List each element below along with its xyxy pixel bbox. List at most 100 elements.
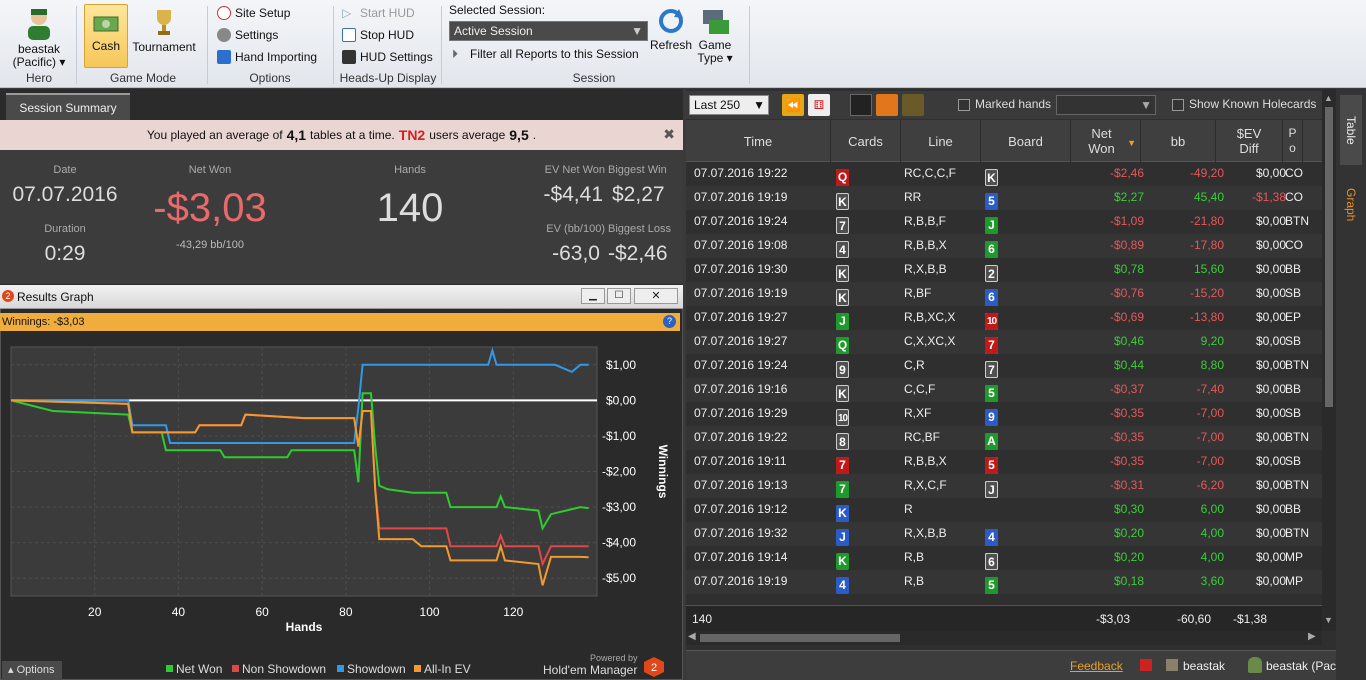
- settings-button[interactable]: Settings: [217, 28, 278, 42]
- scroll-down-icon[interactable]: ▼: [1324, 615, 1333, 625]
- cell-ev-diff: $0,00: [1255, 454, 1286, 468]
- chevron-down-icon: ▼: [753, 98, 765, 112]
- scroll-up-icon[interactable]: ▲: [1324, 93, 1333, 103]
- col-board[interactable]: Board: [981, 120, 1071, 162]
- game-type-button[interactable]: Game Type ▾: [694, 6, 736, 65]
- limit-select[interactable]: Last 250 ▼: [689, 95, 769, 115]
- cell-line: RC,C,C,F: [904, 166, 956, 180]
- chart-icon[interactable]: [876, 94, 898, 116]
- gear-icon: [217, 28, 231, 42]
- tournament-button[interactable]: Tournament: [130, 6, 198, 54]
- user-icon: [1166, 659, 1178, 671]
- tab-graph[interactable]: Graph: [1340, 170, 1362, 240]
- table-row[interactable]: 07.07.2016 19:19AKR,BF276-$0,76-15,20$0,…: [686, 282, 1336, 306]
- cards-card: K: [836, 289, 849, 306]
- table-row[interactable]: 07.07.2016 19:12KKR$0,306,00$0,00BB: [686, 498, 1336, 522]
- session-select[interactable]: Active Session ▼: [449, 21, 648, 41]
- marked-hands-checkbox[interactable]: [958, 99, 970, 111]
- col-cards[interactable]: Cards: [831, 120, 901, 162]
- cell-ev-diff: $0,00: [1255, 406, 1286, 420]
- svg-text:2: 2: [651, 662, 657, 674]
- close-icon[interactable]: ✖: [663, 126, 675, 143]
- tab-table[interactable]: Table: [1340, 95, 1362, 165]
- scroll-thumb[interactable]: [700, 634, 900, 642]
- marked-hands-select[interactable]: ▼: [1056, 95, 1156, 115]
- cash-button[interactable]: Cash: [84, 4, 128, 68]
- grid-icon[interactable]: [850, 94, 872, 116]
- summary-net-won: -$3,03: [153, 186, 267, 230]
- trophy-filter-icon[interactable]: [902, 94, 924, 116]
- help-icon[interactable]: ?: [663, 315, 676, 328]
- table-row[interactable]: 07.07.2016 19:08A4R,B,B,X82J56-$0,89-17,…: [686, 234, 1336, 258]
- cell-position: CO: [1285, 190, 1303, 204]
- scroll-right-icon[interactable]: ▶: [1308, 631, 1316, 642]
- col-line[interactable]: Line: [901, 120, 981, 162]
- cell-position: BTN: [1285, 526, 1309, 540]
- table-row[interactable]: 07.07.2016 19:16KKC,C,F4A105-$0,37-7,40$…: [686, 378, 1336, 402]
- options-group-label: Options: [249, 71, 291, 85]
- col-net-won[interactable]: Net Won ▼: [1071, 120, 1141, 162]
- col-position[interactable]: Po: [1283, 120, 1303, 162]
- start-hud-button[interactable]: ▷ Start HUD: [342, 6, 415, 20]
- hm2-badge-icon: 2: [644, 657, 664, 677]
- cards-card: K: [836, 505, 849, 522]
- cards-card: K: [836, 385, 849, 402]
- x-tick-label: 60: [255, 605, 269, 619]
- minimize-button[interactable]: ▁: [581, 288, 605, 304]
- table-row[interactable]: 07.07.2016 19:19AKRR4105105$2,2745,40-$1…: [686, 186, 1336, 210]
- table-row[interactable]: 07.07.2016 19:11A7R,B,B,X105645-$0,35-7,…: [686, 450, 1336, 474]
- rewind-icon[interactable]: ⏪: [782, 94, 804, 116]
- cell-bb: -21,80: [1189, 214, 1224, 228]
- hero-button[interactable]: beastak (Pacific) ▾: [8, 6, 70, 69]
- refresh-button[interactable]: Refresh: [650, 6, 692, 52]
- show-holecards-checkbox[interactable]: [1172, 99, 1184, 111]
- cell-time: 07.07.2016 19:19: [694, 190, 788, 204]
- results-chart: $1,00 $0,00 -$1,00 -$2,00 -$3,00 -$4,00 -$5,00…: [10, 346, 670, 676]
- cell-bb: 4,00: [1200, 526, 1224, 540]
- table-row[interactable]: 07.07.2016 19:27JJR,B,XC,X524Q10-$0,69-1…: [686, 306, 1336, 330]
- cell-line: R,BF: [904, 286, 932, 300]
- maximize-button[interactable]: ☐: [607, 288, 631, 304]
- board-card: 6: [985, 553, 998, 570]
- table-row[interactable]: 07.07.2016 19:2298RC,BF62A-$0,35-7,00$0,…: [686, 426, 1336, 450]
- feedback-link[interactable]: Feedback: [1070, 659, 1123, 673]
- stop-icon: [342, 28, 356, 42]
- cards-card: Q: [836, 337, 849, 354]
- site-setup-button[interactable]: Site Setup: [217, 6, 290, 20]
- cell-bb: 3,60: [1200, 574, 1224, 588]
- x-tick-label: 120: [503, 605, 523, 619]
- cell-line: R,B: [904, 550, 925, 564]
- chevron-down-icon: ▼: [1140, 98, 1152, 112]
- table-row[interactable]: 07.07.2016 19:29A10R,XF479-$0,35-7,00$0,…: [686, 402, 1336, 426]
- legend-swatch: [166, 665, 173, 672]
- col-ev-diff[interactable]: $EV Diff: [1216, 120, 1283, 162]
- cell-bb: 45,40: [1193, 190, 1224, 204]
- stop-hud-button[interactable]: Stop HUD: [342, 28, 414, 42]
- scroll-thumb[interactable]: [1325, 107, 1333, 407]
- cards-card: 4: [836, 577, 849, 594]
- table-row[interactable]: 07.07.2016 19:22QQRC,C,C,F7699K-$2,46-49…: [686, 162, 1336, 186]
- close-window-button[interactable]: ✕: [634, 288, 678, 304]
- options-button[interactable]: ▴ Options: [2, 661, 62, 680]
- col-time[interactable]: Time: [686, 120, 831, 162]
- table-row[interactable]: 07.07.2016 19:24A7R,B,B,FQ435J-$1,09-21,…: [686, 210, 1336, 234]
- table-row[interactable]: 07.07.2016 19:32AJR,X,B,B2QA64$0,204,00$…: [686, 522, 1336, 546]
- col-bb[interactable]: bb: [1141, 120, 1216, 162]
- table-row[interactable]: 07.07.2016 19:13Q7R,X,C,FJKQ2J-$0,31-6,2…: [686, 474, 1336, 498]
- scroll-left-icon[interactable]: ◀: [688, 631, 696, 642]
- table-row[interactable]: 07.07.2016 19:24109C,RA77$0,448,80$0,00B…: [686, 354, 1336, 378]
- table-row[interactable]: 07.07.2016 19:30AKR,X,B,BA6352$0,7815,60…: [686, 258, 1336, 282]
- cell-ev-diff: $0,00: [1255, 310, 1286, 324]
- table-row[interactable]: 07.07.2016 19:27AQC,X,XC,X7A787$0,469,20…: [686, 330, 1336, 354]
- hand-importing-button[interactable]: Hand Importing: [217, 50, 317, 64]
- cell-position: SB: [1285, 286, 1302, 300]
- vertical-scrollbar[interactable]: ▲ ▼: [1322, 89, 1336, 631]
- dice-icon[interactable]: ⚅: [808, 94, 830, 116]
- table-row[interactable]: 07.07.2016 19:1944R,B6A5$0,183,60$0,00MP: [686, 570, 1336, 594]
- tab-session-summary[interactable]: Session Summary: [6, 93, 130, 120]
- filter-reports-button[interactable]: ⏵ Filter all Reports to this Session: [452, 47, 639, 61]
- cards-card: K: [836, 265, 849, 282]
- hud-settings-button[interactable]: HUD Settings: [342, 50, 433, 64]
- table-row[interactable]: 07.07.2016 19:14AKR,BA86$0,204,00$0,00MP: [686, 546, 1336, 570]
- horizontal-scrollbar[interactable]: ◀ ▶: [686, 631, 1322, 645]
